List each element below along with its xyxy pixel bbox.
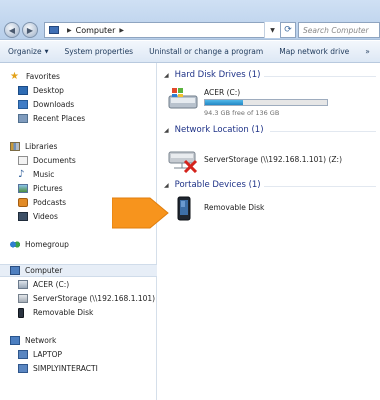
nav-item-label: Music — [33, 170, 55, 179]
drive-name: ACER (C:) — [204, 88, 241, 97]
nav-item-label: Pictures — [33, 184, 63, 193]
search-input[interactable]: Search Computer — [298, 22, 380, 38]
group-header-label: Portable Devices (1) — [174, 180, 261, 190]
nav-item-desktop[interactable]: Desktop — [0, 84, 157, 97]
nav-item-label: Podcasts — [33, 198, 67, 207]
breadcrumb-computer[interactable]: Computer — [76, 26, 116, 35]
nav-item-pictures[interactable]: Pictures — [0, 182, 157, 195]
libraries-icon — [10, 142, 20, 151]
nav-item-downloads[interactable]: Downloads — [0, 98, 157, 111]
address-bar-area: ◀ ▶ ▶ Computer ▶ ▼ ⟳ Search Computer — [0, 0, 380, 40]
recent-places-icon — [18, 114, 28, 123]
group-header-label: Network Location (1) — [174, 125, 264, 135]
nav-item-documents[interactable]: Documents — [0, 154, 157, 167]
drive-name: ServerStorage (\\192.168.1.101) (Z:) — [204, 155, 342, 164]
documents-icon — [18, 156, 28, 165]
group-header-hard-disk-drives[interactable]: ◢ Hard Disk Drives (1) — [164, 70, 260, 80]
organize-label: Organize — [8, 47, 42, 56]
podcasts-icon — [18, 198, 28, 207]
computer-icon — [18, 364, 28, 373]
breadcrumb-separator-icon[interactable]: ▶ — [67, 27, 72, 34]
hard-drive-windows-icon — [168, 88, 198, 109]
downloads-icon — [18, 100, 28, 109]
highlight-arrow-icon — [112, 197, 169, 229]
collapse-triangle-icon[interactable]: ◢ — [164, 182, 169, 189]
nav-homegroup-label: Homegroup — [25, 240, 69, 249]
group-divider — [264, 186, 376, 187]
computer-icon — [10, 266, 20, 275]
nav-item-label: Documents — [33, 156, 76, 165]
hard-drive-icon — [18, 280, 28, 289]
portable-device-icon — [18, 307, 24, 318]
nav-item-label: Recent Places — [33, 114, 86, 123]
nav-item-simplyinteracti[interactable]: SIMPLYINTERACTI — [0, 362, 157, 375]
music-icon: ♪ — [18, 169, 25, 180]
organize-button[interactable]: Organize ▼ — [0, 47, 56, 56]
drive-free-space: 94.3 GB free of 136 GB — [204, 109, 280, 117]
desktop-icon — [18, 86, 28, 95]
content-pane: ◢ Hard Disk Drives (1) ACER (C:) 94.3 GB… — [158, 63, 380, 400]
group-divider — [264, 76, 376, 77]
collapse-triangle-icon[interactable]: ◢ — [164, 127, 169, 134]
network-drive-disconnected-icon — [18, 294, 28, 303]
address-dropdown-icon[interactable]: ▼ — [264, 22, 280, 38]
uninstall-program-button[interactable]: Uninstall or change a program — [141, 47, 271, 56]
network-icon — [10, 336, 20, 345]
nav-item-label: SIMPLYINTERACTI — [33, 364, 98, 373]
pictures-icon — [18, 184, 28, 193]
nav-item-recent-places[interactable]: Recent Places — [0, 112, 157, 125]
nav-item-label: Removable Disk — [33, 308, 94, 317]
nav-item-label: LAPTOP — [33, 350, 63, 359]
nav-item-music[interactable]: ♪ Music — [0, 168, 157, 181]
nav-item-label: Videos — [33, 212, 58, 221]
star-icon: ★ — [10, 71, 19, 82]
group-divider — [270, 131, 376, 132]
address-field[interactable]: ▶ Computer ▶ — [44, 22, 296, 38]
nav-item-acer-drive[interactable]: ACER (C:) — [0, 278, 157, 291]
refresh-icon[interactable]: ⟳ — [280, 22, 296, 38]
nav-item-label: Downloads — [33, 100, 75, 109]
nav-item-label: Desktop — [33, 86, 64, 95]
nav-network-label: Network — [25, 336, 57, 345]
command-toolbar: Organize ▼ System properties Uninstall o… — [0, 41, 380, 63]
nav-item-laptop[interactable]: LAPTOP — [0, 348, 157, 361]
map-network-drive-button[interactable]: Map network drive — [271, 47, 357, 56]
nav-computer-label: Computer — [25, 266, 63, 275]
more-commands-button[interactable]: » — [357, 47, 378, 56]
nav-item-serverstorage[interactable]: ServerStorage (\\192.168.1.101) (Z:) — [0, 292, 157, 305]
nav-libraries[interactable]: Libraries — [0, 140, 157, 153]
nav-computer[interactable]: Computer — [0, 264, 157, 277]
back-button[interactable]: ◀ — [4, 22, 20, 38]
nav-item-label: ACER (C:) — [33, 280, 70, 289]
disk-usage-fill — [205, 100, 243, 105]
nav-network[interactable]: Network — [0, 334, 157, 347]
breadcrumb-separator-icon[interactable]: ▶ — [119, 27, 124, 34]
nav-libraries-label: Libraries — [25, 142, 58, 151]
disk-usage-bar — [204, 99, 328, 106]
portable-device-icon — [177, 196, 191, 221]
nav-homegroup[interactable]: Homegroup — [0, 238, 157, 251]
videos-icon — [18, 212, 28, 221]
homegroup-icon — [10, 240, 20, 249]
system-properties-button[interactable]: System properties — [56, 47, 141, 56]
chevron-down-icon: ▼ — [44, 48, 49, 55]
nav-item-removable-disk[interactable]: Removable Disk — [0, 306, 157, 319]
network-drive-disconnected-icon — [168, 151, 198, 173]
navigation-pane: ★ Favorites Desktop Downloads Recent Pla… — [0, 63, 157, 400]
computer-icon — [18, 350, 28, 359]
group-header-label: Hard Disk Drives (1) — [174, 70, 261, 80]
nav-item-label: ServerStorage (\\192.168.1.101) (Z:) — [33, 294, 157, 303]
collapse-triangle-icon[interactable]: ◢ — [164, 72, 169, 79]
computer-icon — [49, 26, 59, 34]
nav-favorites[interactable]: ★ Favorites — [0, 70, 157, 83]
group-header-network-location[interactable]: ◢ Network Location (1) — [164, 125, 264, 135]
group-header-portable-devices[interactable]: ◢ Portable Devices (1) — [164, 180, 261, 190]
nav-favorites-label: Favorites — [26, 72, 60, 81]
forward-button[interactable]: ▶ — [22, 22, 38, 38]
device-name: Removable Disk — [204, 203, 265, 212]
